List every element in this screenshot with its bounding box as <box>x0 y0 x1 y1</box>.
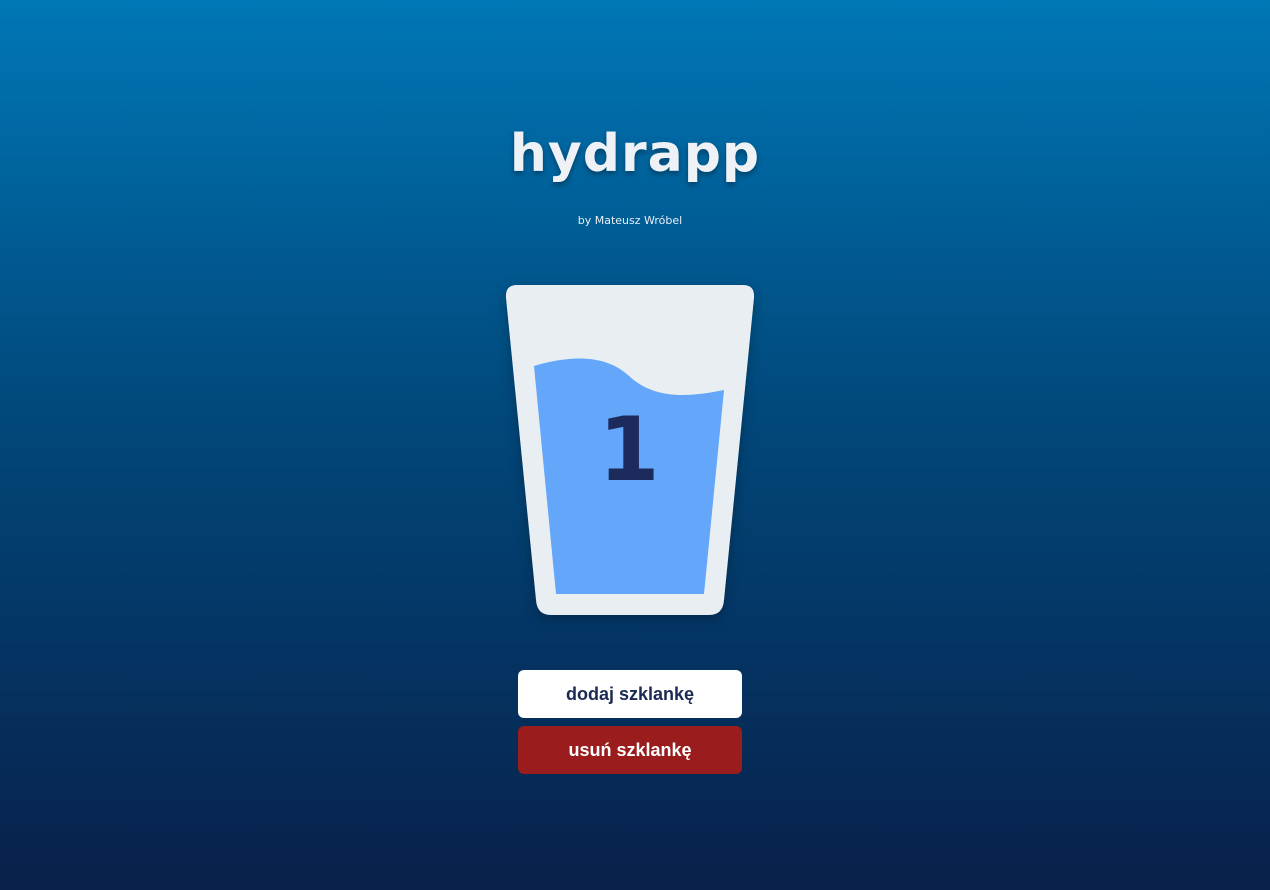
add-glass-button[interactable]: dodaj szklankę <box>518 670 742 718</box>
glass-graphic: 1 <box>505 285 755 615</box>
app-title: hydrapp <box>509 124 761 184</box>
remove-glass-button[interactable]: usuń szklankę <box>518 726 742 774</box>
glass-count: 1 <box>598 398 659 501</box>
author-byline: by Mateusz Wróbel <box>577 214 683 227</box>
water-glass: 1 <box>505 284 755 616</box>
app-container: hydrapp by Mateusz Wróbel 1 dodaj szklan… <box>0 0 1270 890</box>
